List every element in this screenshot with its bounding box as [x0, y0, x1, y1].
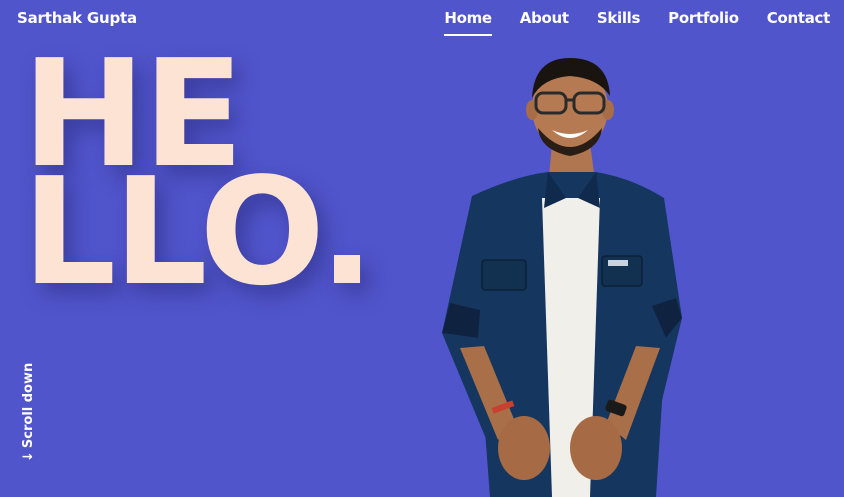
- nav-contact[interactable]: Contact: [767, 9, 831, 36]
- scroll-down-link[interactable]: ↓ Scroll down: [21, 363, 36, 462]
- main-nav: Home About Skills Portfolio Contact: [444, 9, 830, 36]
- nav-skills[interactable]: Skills: [597, 9, 641, 36]
- hero-heading: HE LLO.: [22, 40, 375, 318]
- profile-photo: [442, 58, 682, 497]
- hero-line-2: LLO.: [22, 146, 375, 318]
- nav-home[interactable]: Home: [444, 9, 493, 36]
- nav-about[interactable]: About: [520, 9, 569, 36]
- arrow-down-icon: ↓: [21, 451, 36, 462]
- brand-name[interactable]: Sarthak Gupta: [17, 9, 137, 27]
- nav-portfolio[interactable]: Portfolio: [668, 9, 739, 36]
- scroll-down-label: Scroll down: [21, 362, 36, 449]
